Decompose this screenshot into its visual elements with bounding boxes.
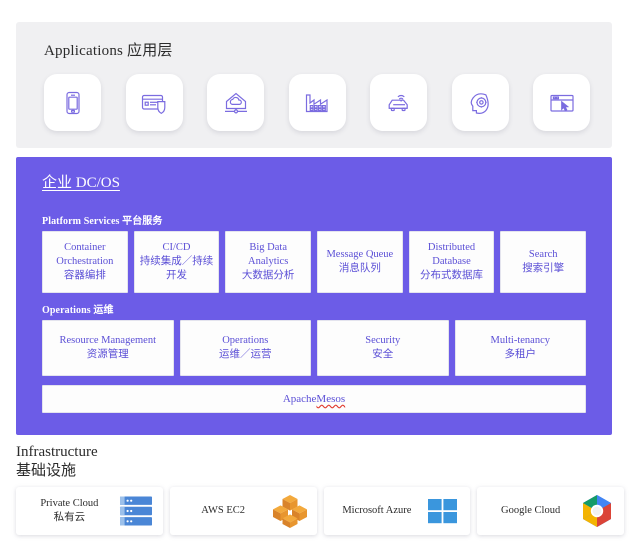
aws-ec2-cubes-icon <box>269 490 311 532</box>
windows-azure-icon <box>422 490 464 532</box>
service-card-en: Big Data Analytics <box>229 241 307 269</box>
service-card-zh: 资源管理 <box>87 348 129 362</box>
service-card-en: Resource Management <box>59 334 156 348</box>
server-rack-icon <box>115 490 157 532</box>
foundation-bar-apache-mesos[interactable]: Apache Mesos <box>42 385 586 413</box>
service-card-search[interactable]: Search 搜索引擎 <box>500 231 586 293</box>
smart-home-cloud-icon <box>221 89 251 117</box>
dcos-title: 企业 DC/OS <box>42 171 120 192</box>
service-card-en: CI/CD <box>163 241 191 255</box>
service-card-en: Multi-tenancy <box>491 334 550 348</box>
service-card-zh: 安全 <box>372 348 393 362</box>
operations-label: Operations 运维 <box>42 301 114 316</box>
service-card-en: Distributed Database <box>413 241 491 269</box>
service-card-zh: 消息队列 <box>339 262 381 276</box>
service-card-en: Search <box>529 248 558 262</box>
platform-services-label: Platform Services 平台服务 <box>42 212 163 227</box>
infra-card-label: Private Cloud 私有云 <box>24 497 115 524</box>
service-card-resource-management[interactable]: Resource Management 资源管理 <box>42 320 174 376</box>
service-card-multi-tenancy[interactable]: Multi-tenancy 多租户 <box>455 320 587 376</box>
app-tile-secure-payment[interactable] <box>126 74 183 131</box>
operations-services-row: Resource Management 资源管理 Operations 运维／运… <box>42 320 586 376</box>
infra-card-aws-ec2[interactable]: AWS EC2 <box>170 487 317 535</box>
service-card-en: Message Queue <box>326 248 393 262</box>
credit-card-shield-icon <box>139 89 169 117</box>
service-card-zh: 多租户 <box>505 348 537 362</box>
service-card-security[interactable]: Security 安全 <box>317 320 449 376</box>
infrastructure-title: Infrastructure 基础设施 <box>16 443 98 481</box>
connected-car-icon <box>384 89 414 117</box>
service-card-zh: 容器编排 <box>64 269 106 283</box>
service-card-en: Security <box>365 334 400 348</box>
google-cloud-hexagon-icon <box>576 490 618 532</box>
ai-brain-gear-icon <box>465 89 495 117</box>
service-card-operations[interactable]: Operations 运维／运营 <box>180 320 312 376</box>
infra-card-label: Microsoft Azure <box>332 504 423 518</box>
app-tile-artificial-intelligence[interactable] <box>452 74 509 131</box>
mobile-phone-icon <box>59 89 87 117</box>
service-card-zh: 运维／运营 <box>219 348 272 362</box>
browser-window-cursor-icon <box>547 89 577 117</box>
factory-icon <box>302 89 332 117</box>
application-icon-row <box>44 74 590 131</box>
foundation-misspelled-word: Mesos <box>316 393 345 405</box>
service-card-distributed-database[interactable]: Distributed Database 分布式数据库 <box>409 231 495 293</box>
infra-card-private-cloud[interactable]: Private Cloud 私有云 <box>16 487 163 535</box>
app-tile-connected-car[interactable] <box>370 74 427 131</box>
app-tile-web-application[interactable] <box>533 74 590 131</box>
service-card-zh: 大数据分析 <box>242 269 295 283</box>
applications-title: Applications 应用层 <box>44 39 173 60</box>
service-card-container-orchestration[interactable]: Container Orchestration 容器编排 <box>42 231 128 293</box>
infra-card-google-cloud[interactable]: Google Cloud <box>477 487 624 535</box>
infrastructure-provider-row: Private Cloud 私有云 AWS EC2 <box>16 487 624 535</box>
service-card-zh: 分布式数据库 <box>420 269 483 283</box>
dcos-panel: 企业 DC/OS Platform Services 平台服务 Containe… <box>16 157 612 435</box>
infra-card-label: Google Cloud <box>485 504 576 518</box>
service-card-en: Operations <box>222 334 268 348</box>
infra-card-label: AWS EC2 <box>178 504 269 518</box>
service-card-message-queue[interactable]: Message Queue 消息队列 <box>317 231 403 293</box>
app-tile-mobile-phone[interactable] <box>44 74 101 131</box>
service-card-zh: 搜索引擎 <box>522 262 564 276</box>
applications-panel: Applications 应用层 <box>16 22 612 148</box>
service-card-en: Container Orchestration <box>46 241 124 269</box>
platform-services-row: Container Orchestration 容器编排 CI/CD 持续集成／… <box>42 231 586 293</box>
infra-card-microsoft-azure[interactable]: Microsoft Azure <box>324 487 471 535</box>
app-tile-smart-home[interactable] <box>207 74 264 131</box>
service-card-big-data-analytics[interactable]: Big Data Analytics 大数据分析 <box>225 231 311 293</box>
app-tile-factory[interactable] <box>289 74 346 131</box>
foundation-prefix: Apache <box>283 393 317 405</box>
service-card-cicd[interactable]: CI/CD 持续集成／持续开发 <box>134 231 220 293</box>
service-card-zh: 持续集成／持续开发 <box>138 255 216 283</box>
